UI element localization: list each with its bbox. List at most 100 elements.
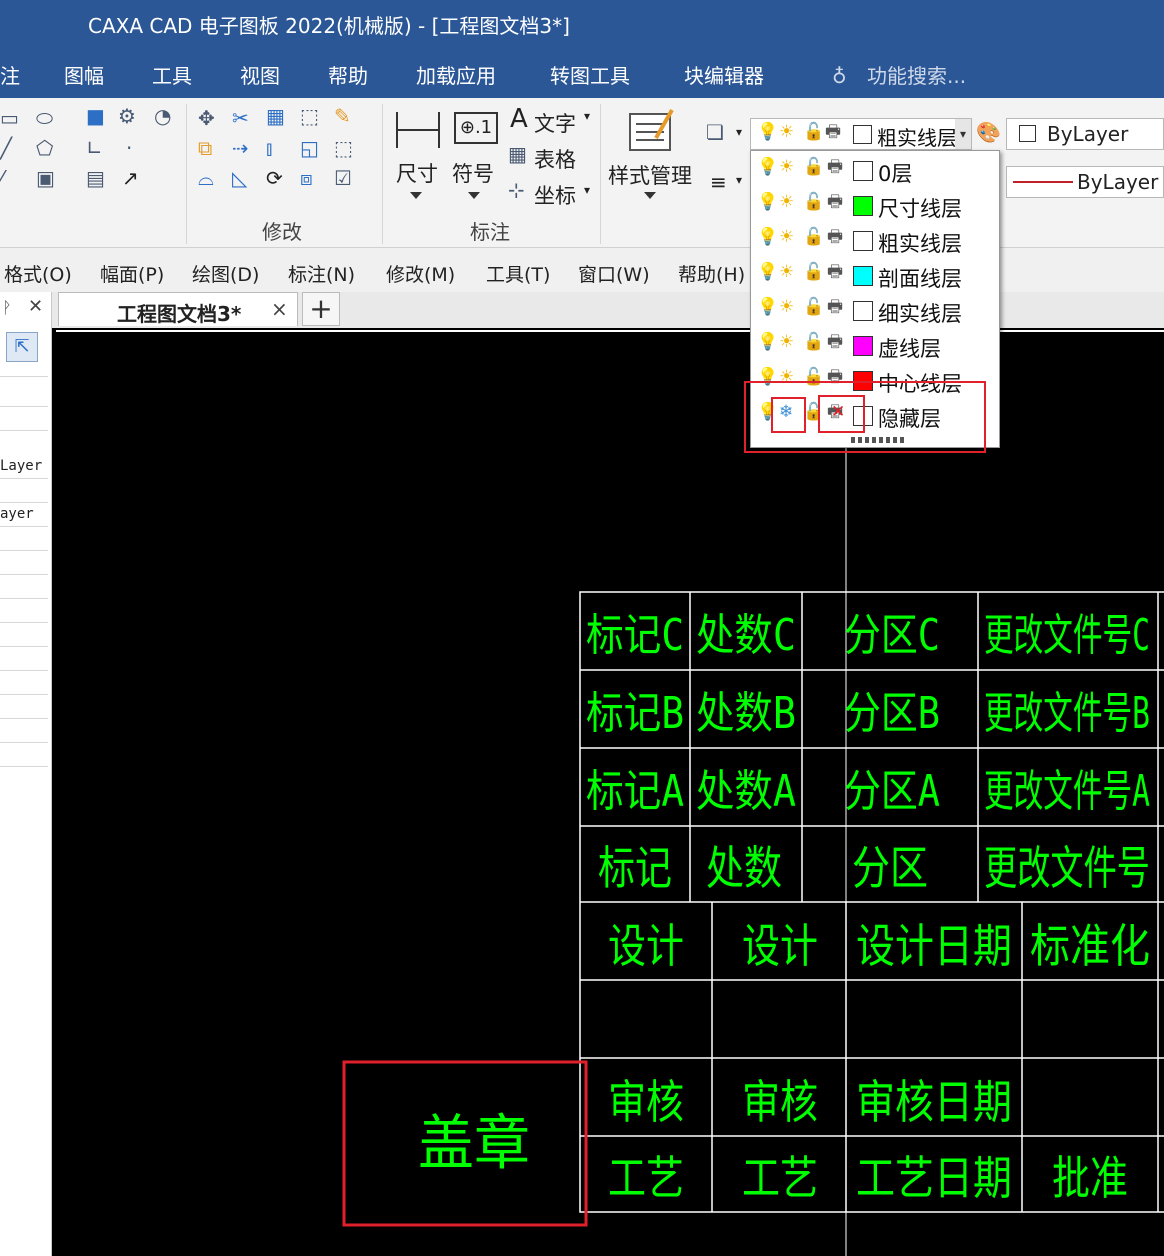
menu-sheet[interactable]: 幅面(P): [100, 260, 164, 287]
chevron-down-icon[interactable]: [410, 192, 422, 199]
block-icon[interactable]: ▣: [36, 168, 55, 188]
function-search[interactable]: ♁ 功能搜索...: [832, 60, 966, 89]
color-combo[interactable]: ByLayer: [1006, 118, 1164, 150]
stretch-icon[interactable]: ⬚: [300, 106, 319, 126]
fillet-icon[interactable]: ⌓: [198, 168, 214, 188]
lock-icon[interactable]: 🔓: [803, 334, 824, 351]
lock-icon[interactable]: 🔓: [803, 229, 824, 246]
rotate-icon[interactable]: ⟳: [266, 168, 283, 188]
symbol-button[interactable]: 符号: [452, 158, 494, 188]
menu-help[interactable]: 帮助(H): [678, 260, 745, 287]
tab-annotation[interactable]: 注: [0, 60, 20, 89]
printer-icon[interactable]: 🖶: [827, 194, 843, 211]
polyline-icon[interactable]: ⁄: [0, 168, 3, 188]
layer-color-swatch[interactable]: [853, 336, 873, 356]
layer-combo[interactable]: 💡 ☀ 🔓 🖶 粗实线层 ▾: [750, 118, 972, 150]
lock-icon[interactable]: 🔓: [803, 264, 824, 281]
arrow-icon[interactable]: ↗: [122, 168, 139, 188]
tab-addins[interactable]: 加载应用: [416, 60, 496, 89]
pentagon-icon[interactable]: ⬠: [36, 138, 53, 158]
printer-icon[interactable]: 🖶: [827, 229, 843, 246]
color-wheel-icon[interactable]: 🎨: [976, 122, 1001, 142]
layer-row[interactable]: 💡 ☀ 🔓 🖶 细实线层: [751, 293, 999, 328]
point-icon[interactable]: ·: [126, 138, 132, 158]
properties-icon[interactable]: ☑: [334, 168, 352, 188]
tab-tools[interactable]: 工具: [152, 60, 192, 89]
style-manager-icon[interactable]: [628, 108, 676, 154]
linetype-combo[interactable]: ByLayer: [1006, 166, 1164, 198]
menu-draw[interactable]: 绘图(D): [192, 260, 259, 287]
layer-row[interactable]: 💡 ☀ 🔓 🖶 尺寸线层: [751, 188, 999, 223]
printer-icon[interactable]: 🖶: [827, 334, 843, 351]
text-icon[interactable]: A: [510, 106, 528, 132]
tab-block-editor[interactable]: 块编辑器: [684, 60, 764, 89]
extend-icon[interactable]: ⇢: [232, 138, 249, 158]
lock-icon[interactable]: 🔓: [803, 159, 824, 176]
move-icon[interactable]: ✥: [198, 108, 215, 128]
menu-tools[interactable]: 工具(T): [486, 260, 550, 287]
edit-icon[interactable]: ✎: [334, 106, 351, 126]
sun-icon[interactable]: ☀: [779, 229, 794, 246]
line-icon[interactable]: ╱: [0, 138, 12, 158]
menu-window[interactable]: 窗口(W): [578, 260, 650, 287]
pin-icon[interactable]: ᚹ: [2, 298, 12, 317]
scale-icon[interactable]: ◱: [300, 138, 319, 158]
group-icon[interactable]: ⧈: [300, 168, 313, 188]
trim-icon[interactable]: ✂: [232, 108, 249, 128]
dimension-button[interactable]: 尺寸: [396, 158, 438, 188]
lightbulb-icon[interactable]: 💡: [757, 229, 778, 246]
chevron-down-icon[interactable]: ▾: [955, 119, 971, 149]
lock-icon[interactable]: 🔓: [803, 299, 824, 316]
printer-icon[interactable]: 🖶: [827, 299, 843, 316]
layer-row[interactable]: 💡 ☀ 🔓 🖶 剖面线层: [751, 258, 999, 293]
lightbulb-icon[interactable]: 💡: [757, 299, 778, 316]
copy-icon[interactable]: ⧉: [198, 138, 212, 158]
style-manager-button[interactable]: 样式管理: [608, 160, 692, 190]
menu-annotate[interactable]: 标注(N): [288, 260, 355, 287]
document-tab[interactable]: 工程图文档3* ×: [58, 292, 298, 326]
printer-icon[interactable]: 🖶: [827, 264, 843, 281]
tab-help[interactable]: 帮助: [328, 60, 368, 89]
sun-icon[interactable]: ☀: [779, 194, 794, 211]
lightbulb-icon[interactable]: 💡: [757, 194, 778, 211]
coordinate-icon[interactable]: ⊹: [508, 180, 525, 200]
menu-format[interactable]: 格式(O): [4, 260, 72, 287]
coordinate-button[interactable]: 坐标: [534, 180, 576, 210]
chevron-down-icon[interactable]: [644, 192, 656, 199]
close-icon[interactable]: ×: [271, 297, 288, 321]
layer-row[interactable]: 💡 ☀ 🔓 🖶 虚线层: [751, 328, 999, 363]
rectangle-icon[interactable]: ▭: [0, 108, 19, 128]
layer-color-swatch[interactable]: [853, 161, 873, 181]
layer-color-swatch[interactable]: [853, 266, 873, 286]
lightbulb-icon[interactable]: 💡: [757, 159, 778, 176]
dimension-icon[interactable]: [394, 110, 442, 150]
sun-icon[interactable]: ☀: [779, 299, 794, 316]
layer-manager-icon[interactable]: ❏: [706, 122, 724, 142]
chevron-down-icon[interactable]: ▾: [584, 184, 590, 196]
chevron-down-icon[interactable]: ▾: [584, 110, 590, 122]
close-icon[interactable]: ✕: [28, 296, 43, 317]
chevron-down-icon[interactable]: ▾: [736, 174, 742, 186]
layer-row[interactable]: 💡 ☀ 🔓 🖶 粗实线层: [751, 223, 999, 258]
table-button[interactable]: 表格: [534, 144, 576, 174]
menu-modify[interactable]: 修改(M): [386, 260, 455, 287]
drawing-canvas[interactable]: 标记C 处数C 分区C 更改文件号C 标记B 处数B 分区B 更改文件号B 标记…: [56, 330, 1164, 1256]
chevron-down-icon[interactable]: [468, 192, 480, 199]
text-button[interactable]: 文字: [534, 108, 576, 138]
tab-view[interactable]: 视图: [240, 60, 280, 89]
sun-icon[interactable]: ☀: [779, 159, 794, 176]
layer-color-swatch[interactable]: [853, 301, 873, 321]
chamfer-icon[interactable]: ◺: [232, 168, 247, 188]
lineweight-icon[interactable]: ≡: [710, 172, 727, 192]
layer-row[interactable]: 💡 ☀ 🔓 🖶 0层: [751, 153, 999, 188]
sun-icon[interactable]: ☀: [779, 334, 794, 351]
lightbulb-icon[interactable]: 💡: [757, 264, 778, 281]
printer-icon[interactable]: 🖶: [827, 159, 843, 176]
tab-convert-tools[interactable]: 转图工具: [550, 60, 630, 89]
gear-icon[interactable]: ⚙: [118, 106, 136, 126]
mirror-icon[interactable]: ⫾: [266, 138, 272, 158]
layer-color-swatch[interactable]: [853, 231, 873, 251]
lock-icon[interactable]: 🔓: [803, 194, 824, 211]
chevron-down-icon[interactable]: ▾: [736, 126, 742, 138]
select-objects-icon[interactable]: ⇱: [6, 332, 38, 362]
